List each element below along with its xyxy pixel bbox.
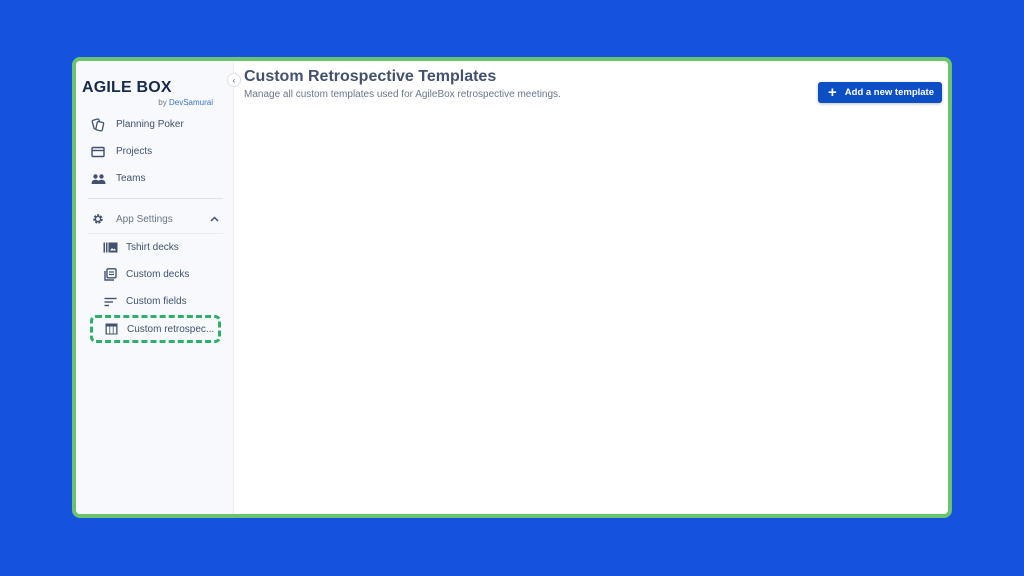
- sidebar-item-custom-fields[interactable]: Custom fields: [82, 288, 233, 315]
- main-content: Custom Retrospective Templates Manage al…: [234, 61, 948, 514]
- sidebar-item-teams[interactable]: Teams: [82, 165, 233, 192]
- add-template-label: Add a new template: [844, 87, 934, 98]
- sidebar: AGILE BOX by DevSamurai Planning Poker P…: [76, 61, 241, 514]
- chevron-up-icon: [210, 214, 219, 225]
- sidebar-item-projects[interactable]: Projects: [82, 138, 233, 165]
- fields-icon: [102, 294, 118, 310]
- sidebar-item-tshirt-decks[interactable]: Tshirt decks: [82, 234, 233, 261]
- tshirt-deck-icon: [102, 240, 118, 256]
- sidebar-item-label: Projects: [116, 146, 153, 157]
- app-window: AGILE BOX by DevSamurai Planning Poker P…: [72, 57, 952, 518]
- sidebar-item-label: Tshirt decks: [126, 242, 179, 253]
- brand-title: AGILE BOX: [82, 79, 172, 96]
- cards-icon: [90, 117, 106, 133]
- app-settings-toggle[interactable]: App Settings: [82, 205, 233, 233]
- table-icon: [103, 321, 119, 337]
- deck-icon: [102, 267, 118, 283]
- sidebar-item-label: Custom retrospec...: [127, 323, 215, 335]
- app-settings-label: App Settings: [116, 213, 173, 225]
- sidebar-item-custom-decks[interactable]: Custom decks: [82, 261, 233, 288]
- brand-company: DevSamurai: [168, 98, 213, 107]
- sidebar-item-label: Custom decks: [126, 269, 190, 280]
- sidebar-item-planning-poker[interactable]: Planning Poker: [82, 111, 233, 138]
- window-icon: [90, 144, 106, 160]
- brand-subtitle: by DevSamurai: [82, 98, 213, 107]
- collapse-sidebar-button[interactable]: ‹: [227, 73, 241, 87]
- chevron-left-icon: ‹: [232, 75, 236, 85]
- sidebar-item-custom-retrospective[interactable]: Custom retrospec...: [90, 315, 221, 343]
- sidebar-divider: [88, 198, 223, 199]
- add-template-button[interactable]: + Add a new template: [818, 82, 942, 103]
- main-nav: Planning Poker Projects Teams: [82, 111, 233, 192]
- gear-icon: [90, 211, 106, 227]
- brand: AGILE BOX by DevSamurai: [82, 79, 233, 107]
- sidebar-item-label: Planning Poker: [116, 119, 184, 130]
- sidebar-item-label: Custom fields: [126, 296, 187, 307]
- plus-icon: +: [828, 84, 837, 101]
- sidebar-item-label: Teams: [116, 173, 146, 184]
- people-icon: [90, 171, 106, 187]
- brand-by: by: [158, 98, 167, 107]
